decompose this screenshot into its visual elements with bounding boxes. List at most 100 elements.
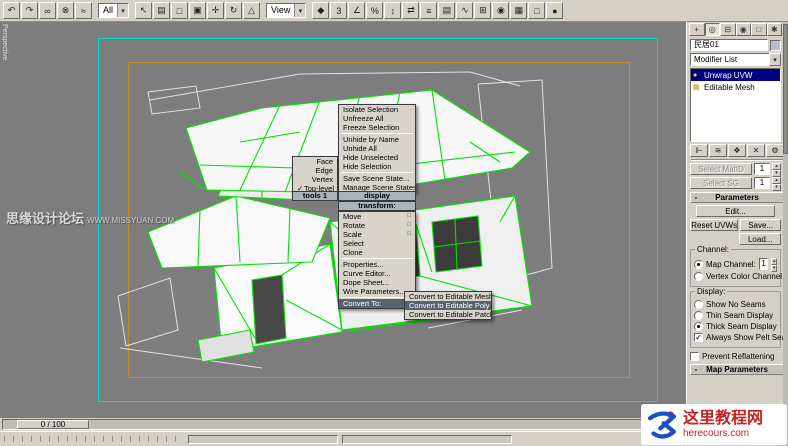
seam-display-radio[interactable] (694, 322, 703, 331)
select-matid-button[interactable]: Select MatID (690, 163, 752, 175)
edit-uvws-button[interactable]: Edit... (696, 205, 775, 217)
seam-display-option[interactable]: Thin Seam Display (694, 311, 777, 320)
matid-spinner[interactable]: ▴▾ (772, 163, 781, 175)
prevent-reflattening-option[interactable]: Prevent Reflattening (690, 352, 781, 361)
spinner-up-icon[interactable]: ▴ (772, 163, 781, 170)
bind-to-spacewarp-icon[interactable]: ≈ (75, 2, 92, 19)
object-color-swatch[interactable] (770, 40, 781, 51)
rollout-map-parameters[interactable]: - Map Parameters (690, 364, 784, 375)
select-object-icon[interactable]: ↖ (135, 2, 152, 19)
logo-url[interactable]: herecours.com (683, 428, 749, 439)
select-and-link-icon[interactable]: ∞ (39, 2, 56, 19)
quad-tools-item[interactable]: Face (293, 157, 337, 166)
menu-item[interactable]: Freeze Selection (339, 123, 415, 132)
menu-item[interactable]: Rotate□ (339, 221, 415, 230)
redo-icon[interactable]: ↷ (21, 2, 38, 19)
seam-display-option[interactable]: Show No Seams (694, 300, 777, 309)
spinner-snap-icon[interactable]: ↕ (384, 2, 401, 19)
spinner-down-icon[interactable]: ▾ (772, 184, 781, 191)
settings-box-icon[interactable]: □ (407, 230, 411, 239)
chevron-down-icon[interactable]: ▾ (769, 53, 781, 66)
create-tab[interactable]: + (689, 23, 705, 36)
menu-item[interactable]: Properties... (339, 260, 415, 269)
collapse-icon[interactable]: - (691, 193, 701, 202)
show-end-result-icon[interactable]: ≋ (709, 144, 727, 157)
load-uvws-button[interactable]: Load... (739, 233, 781, 245)
mirror-icon[interactable]: ⇄ (402, 2, 419, 19)
modifier-stack-item[interactable]: ●Unwrap UVW (691, 69, 780, 81)
material-editor-icon[interactable]: ◉ (492, 2, 509, 19)
menu-item[interactable]: Select (339, 239, 415, 248)
viewport-label[interactable]: Perspective (1, 24, 8, 61)
chevron-down-icon[interactable]: ▾ (117, 4, 128, 17)
menu-item[interactable]: Curve Editor... (339, 269, 415, 278)
scrollbar-thumb[interactable] (783, 24, 788, 154)
menu-item[interactable]: Dope Sheet... (339, 278, 415, 287)
submenu-item[interactable]: Convert to Editable Mesh (405, 292, 491, 301)
pelt-seam-option[interactable]: ✓ Always Show Pelt Seam (694, 333, 777, 342)
track-bar-ticks[interactable] (4, 436, 184, 442)
prevent-reflattening-checkbox[interactable] (690, 352, 699, 361)
menu-item[interactable]: Clone (339, 248, 415, 257)
percent-snap-icon[interactable]: % (366, 2, 383, 19)
quad-header-tools[interactable]: tools 1 (292, 191, 338, 201)
seam-display-radio[interactable] (694, 300, 703, 309)
display-tab[interactable]: □ (751, 23, 767, 36)
align-icon[interactable]: ≡ (420, 2, 437, 19)
panel-scrollbar[interactable] (783, 22, 788, 446)
crossing-selection-icon[interactable]: ▣ (189, 2, 206, 19)
menu-item[interactable]: Unhide All (339, 144, 415, 153)
select-and-move-icon[interactable]: ✛ (207, 2, 224, 19)
menu-item[interactable]: Isolate Selection (339, 105, 415, 114)
snap-toggle-icon[interactable]: 3 (330, 2, 347, 19)
rollout-parameters[interactable]: - Parameters (690, 192, 784, 203)
reset-uvws-button[interactable]: Reset UVWs (690, 219, 738, 231)
pelt-seam-checkbox[interactable]: ✓ (694, 333, 703, 342)
render-frame-window-icon[interactable]: □ (528, 2, 545, 19)
select-and-rotate-icon[interactable]: ↻ (225, 2, 242, 19)
submenu-item[interactable]: Convert to Editable Patch (405, 310, 491, 319)
modifier-stack-item[interactable]: ▦Editable Mesh (691, 81, 780, 93)
menu-item[interactable]: Move□ (339, 212, 415, 221)
utilities-tab[interactable]: ✱ (767, 23, 783, 36)
submenu-item[interactable]: Convert to Editable Poly (405, 301, 491, 310)
map-channel-value[interactable]: 1 (759, 258, 769, 270)
quad-tools-item[interactable]: Edge (293, 166, 337, 175)
coordinate-field[interactable] (342, 435, 512, 444)
modifier-icon[interactable]: ▦ (693, 83, 701, 91)
quick-render-icon[interactable]: ● (546, 2, 563, 19)
angle-snap-icon[interactable]: ∠ (348, 2, 365, 19)
selection-filter-combo[interactable]: All ▾ (98, 3, 129, 18)
time-slider-track[interactable]: 0 / 100 (2, 419, 684, 430)
sg-spinner-value[interactable]: 1 (754, 177, 770, 189)
object-name-field[interactable]: 民居01 (690, 39, 768, 51)
sg-spinner[interactable]: ▴▾ (772, 177, 781, 189)
hierarchy-tab[interactable]: ⊟ (720, 23, 736, 36)
reference-coordinate-combo[interactable]: View ▾ (266, 3, 306, 18)
seam-display-option[interactable]: Thick Seam Display (694, 322, 777, 331)
collapse-icon[interactable]: - (691, 365, 701, 374)
layer-manager-icon[interactable]: ▤ (438, 2, 455, 19)
seam-display-radio[interactable] (694, 311, 703, 320)
save-uvws-button[interactable]: Save... (740, 219, 781, 231)
configure-modifier-sets-icon[interactable]: ⚙ (766, 144, 784, 157)
time-slider-handle[interactable]: 0 / 100 (17, 420, 89, 429)
vertex-color-radio[interactable] (694, 272, 703, 281)
settings-box-icon[interactable]: □ (407, 212, 411, 221)
menu-item[interactable]: Unhide by Name (339, 135, 415, 144)
select-by-name-icon[interactable]: ▤ (153, 2, 170, 19)
quad-tools-item[interactable]: Vertex (293, 175, 337, 184)
spinner-down-icon[interactable]: ▾ (771, 265, 777, 272)
spinner-up-icon[interactable]: ▴ (772, 177, 781, 184)
menu-item[interactable]: Hide Unselected (339, 153, 415, 162)
schematic-view-icon[interactable]: ⊞ (474, 2, 491, 19)
modifier-icon[interactable]: ● (693, 72, 701, 79)
motion-tab[interactable]: ◉ (736, 23, 752, 36)
spinner-up-icon[interactable]: ▴ (771, 258, 777, 265)
remove-modifier-icon[interactable]: ✕ (747, 144, 765, 157)
select-and-scale-icon[interactable]: △ (243, 2, 260, 19)
chevron-down-icon[interactable]: ▾ (294, 4, 305, 17)
modify-tab[interactable]: ◎ (705, 23, 721, 36)
pin-stack-icon[interactable]: ⊩ (690, 144, 708, 157)
menu-item[interactable]: Unfreeze All (339, 114, 415, 123)
